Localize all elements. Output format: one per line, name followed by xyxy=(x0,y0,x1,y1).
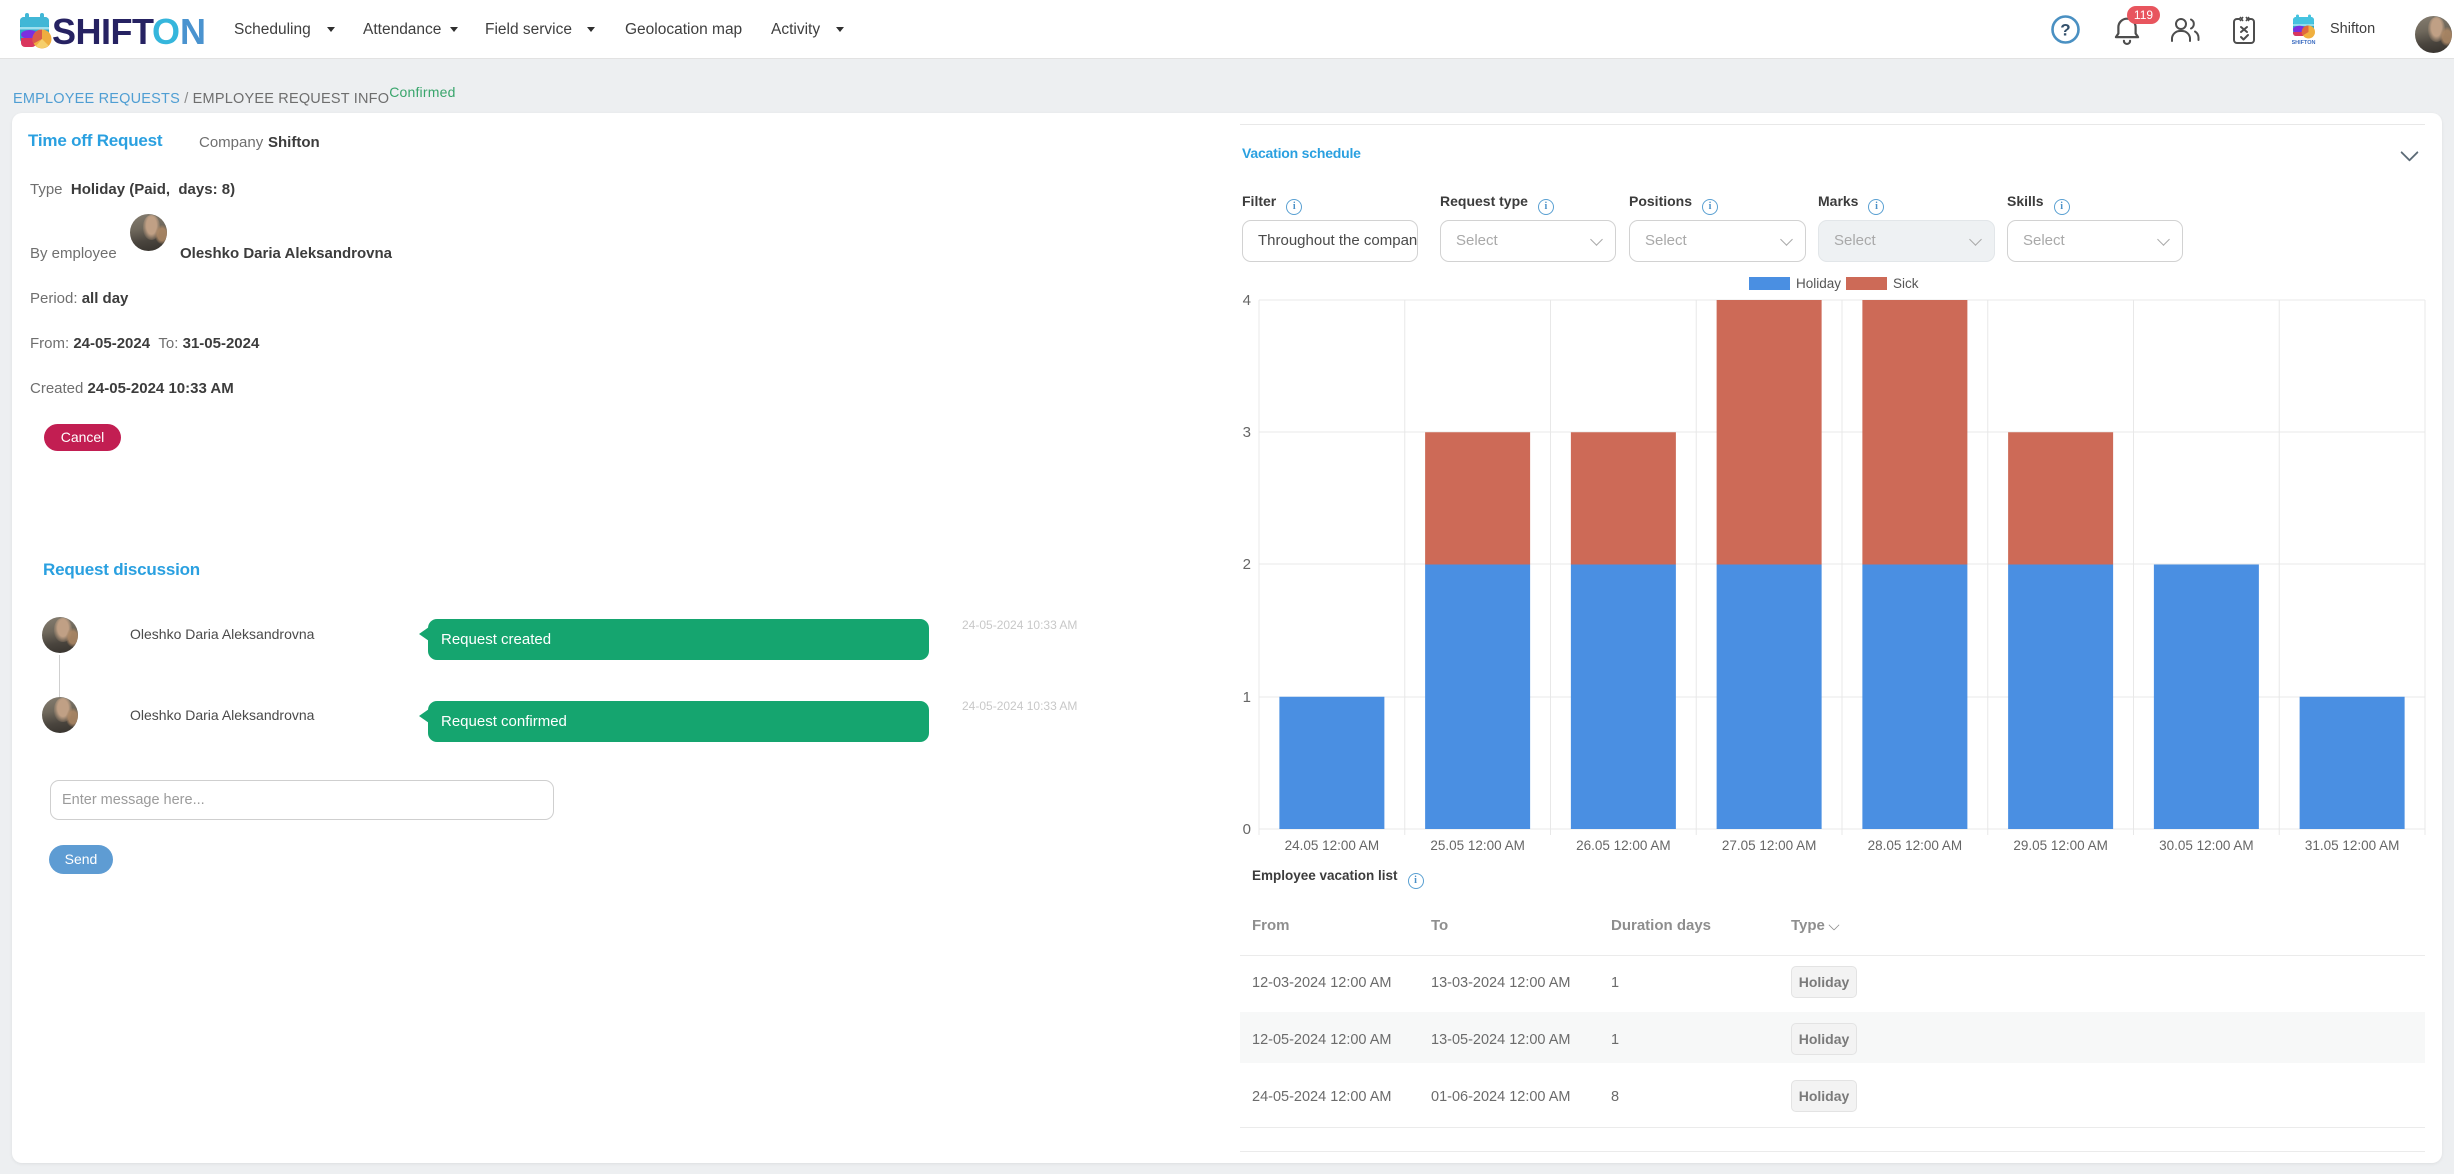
svg-text:26.05 12:00 AM: 26.05 12:00 AM xyxy=(1576,838,1671,853)
svg-text:24.05 12:00 AM: 24.05 12:00 AM xyxy=(1285,838,1380,853)
svg-text:1: 1 xyxy=(1243,689,1251,706)
svg-text:?: ? xyxy=(2060,21,2070,40)
svg-text:2: 2 xyxy=(1243,556,1251,573)
svg-text:25.05 12:00 AM: 25.05 12:00 AM xyxy=(1430,838,1525,853)
svg-text:SHIFTON: SHIFTON xyxy=(2292,40,2316,46)
svg-text:4: 4 xyxy=(1243,292,1251,309)
svg-text:N: N xyxy=(180,13,206,49)
svg-text:O: O xyxy=(152,13,180,49)
svg-text:31.05 12:00 AM: 31.05 12:00 AM xyxy=(2305,838,2400,853)
svg-text:SHIFT: SHIFT xyxy=(52,13,154,49)
svg-text:29.05 12:00 AM: 29.05 12:00 AM xyxy=(2013,838,2108,853)
svg-text:27.05 12:00 AM: 27.05 12:00 AM xyxy=(1722,838,1817,853)
svg-text:0: 0 xyxy=(1243,821,1251,838)
svg-text:28.05 12:00 AM: 28.05 12:00 AM xyxy=(1868,838,1963,853)
svg-text:30.05 12:00 AM: 30.05 12:00 AM xyxy=(2159,838,2254,853)
svg-text:3: 3 xyxy=(1243,424,1251,441)
